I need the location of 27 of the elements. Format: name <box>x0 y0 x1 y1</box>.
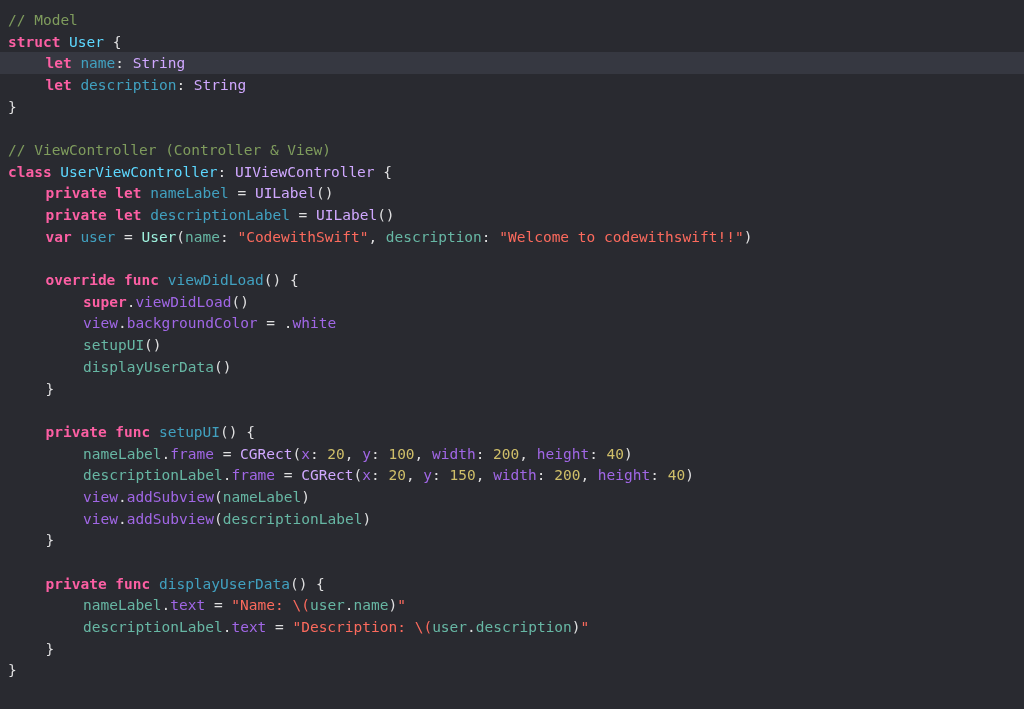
code-line: } <box>45 380 55 397</box>
code-line: displayUserData() <box>83 358 232 375</box>
code-line: view.addSubview(nameLabel) <box>83 488 310 505</box>
code-line: } <box>45 532 55 549</box>
code-line: nameLabel.text = "Name: \(user.name)" <box>83 597 406 614</box>
code-line: let name: String <box>45 55 186 72</box>
code-line: setupUI() <box>83 337 162 354</box>
code-line: let description: String <box>45 76 247 93</box>
code-line: } <box>8 662 17 679</box>
code-line: var user = User(name: "CodewithSwift", description: "Welcome to codewithswift!!") <box>45 228 753 245</box>
code-line: struct User { <box>8 33 122 50</box>
code-line: private let nameLabel = UILabel() <box>45 185 334 202</box>
code-line: super.viewDidLoad() <box>83 293 249 310</box>
code-line: // Model <box>8 11 78 28</box>
code-line: view.backgroundColor = .white <box>83 315 337 332</box>
code-line: class UserViewController: UIViewController { <box>8 163 392 180</box>
code-line: private func setupUI() { <box>45 423 255 440</box>
code-line: nameLabel.frame = CGRect(x: 20, y: 100, width: 200, height: 40) <box>83 445 633 462</box>
code-line: } <box>8 98 17 115</box>
code-line: private let descriptionLabel = UILabel() <box>45 207 395 224</box>
code-line: override func viewDidLoad() { <box>45 272 299 289</box>
code-line: // ViewController (Controller & View) <box>8 141 331 158</box>
code-line: } <box>45 640 55 657</box>
code-line: view.addSubview(descriptionLabel) <box>83 510 372 527</box>
code-line: private func displayUserData() { <box>45 575 325 592</box>
code-line: descriptionLabel.frame = CGRect(x: 20, y: 150, width: 200, height: 40) <box>83 467 694 484</box>
code-line: descriptionLabel.text = "Description: \(user.description)" <box>83 619 590 636</box>
